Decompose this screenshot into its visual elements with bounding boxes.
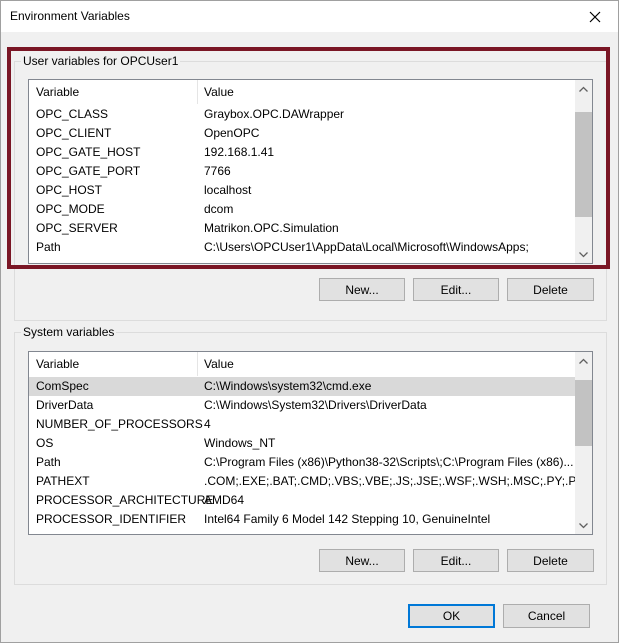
column-header-value[interactable]: Value bbox=[204, 357, 234, 371]
system-delete-button[interactable]: Delete bbox=[507, 549, 594, 572]
environment-variables-dialog: Environment Variables User variables for… bbox=[0, 0, 619, 643]
list-header: Variable Value bbox=[29, 352, 592, 376]
variable-value: AMD64 bbox=[204, 493, 245, 507]
window-title: Environment Variables bbox=[10, 9, 130, 23]
chevron-down-icon bbox=[579, 522, 588, 528]
vertical-scrollbar[interactable] bbox=[575, 352, 592, 534]
variable-value: C:\Windows\System32\Drivers\DriverData bbox=[204, 398, 427, 412]
close-icon bbox=[589, 11, 601, 22]
scroll-down-button[interactable] bbox=[575, 517, 592, 534]
close-button[interactable] bbox=[572, 1, 618, 32]
table-row[interactable]: PATHEXT .COM;.EXE;.BAT;.CMD;.VBS;.VBE;.JS… bbox=[29, 472, 592, 491]
variable-name: PROCESSOR_ARCHITECTURE bbox=[36, 493, 214, 507]
table-row[interactable]: PROCESSOR_IDENTIFIER Intel64 Family 6 Mod… bbox=[29, 510, 576, 529]
variable-name: Path bbox=[36, 455, 61, 469]
scroll-thumb[interactable] bbox=[575, 380, 592, 446]
system-variables-label: System variables bbox=[21, 325, 117, 339]
system-variables-list[interactable]: Variable Value ComSpec C:\Windows\system3… bbox=[28, 351, 593, 535]
user-delete-button[interactable]: Delete bbox=[507, 278, 594, 301]
variable-value: C:\Windows\system32\cmd.exe bbox=[204, 379, 372, 393]
variable-value: Windows_NT bbox=[204, 436, 276, 450]
variable-value: 4 bbox=[204, 417, 211, 431]
table-row[interactable]: NUMBER_OF_PROCESSORS 4 bbox=[29, 415, 576, 434]
variable-name: NUMBER_OF_PROCESSORS bbox=[36, 417, 203, 431]
highlight-box bbox=[7, 47, 610, 269]
variable-name: DriverData bbox=[36, 398, 94, 412]
user-new-button[interactable]: New... bbox=[319, 278, 405, 301]
variable-value: .COM;.EXE;.BAT;.CMD;.VBS;.VBE;.JS;.JSE;.… bbox=[204, 474, 593, 488]
chevron-up-icon bbox=[579, 358, 588, 364]
cancel-button[interactable]: Cancel bbox=[503, 604, 590, 628]
table-row[interactable]: OS Windows_NT bbox=[29, 434, 576, 453]
variable-name: PROCESSOR_IDENTIFIER bbox=[36, 512, 187, 526]
column-header-variable[interactable]: Variable bbox=[36, 357, 79, 371]
table-row[interactable]: ComSpec C:\Windows\system32\cmd.exe bbox=[29, 377, 576, 396]
system-edit-button[interactable]: Edit... bbox=[413, 549, 499, 572]
variable-name: OS bbox=[36, 436, 54, 450]
table-row[interactable]: DriverData C:\Windows\System32\Drivers\Dr… bbox=[29, 396, 576, 415]
variable-value: C:\Program Files (x86)\Python38-32\Scrip… bbox=[204, 455, 574, 469]
variable-name: PATHEXT bbox=[36, 474, 90, 488]
table-row[interactable]: PROCESSOR_ARCHITECTURE AMD64 bbox=[29, 491, 576, 510]
system-new-button[interactable]: New... bbox=[319, 549, 405, 572]
scroll-up-button[interactable] bbox=[575, 352, 592, 369]
user-edit-button[interactable]: Edit... bbox=[413, 278, 499, 301]
title-bar: Environment Variables bbox=[1, 1, 618, 32]
ok-button[interactable]: OK bbox=[408, 604, 495, 628]
table-row[interactable]: Path C:\Program Files (x86)\Python38-32\S… bbox=[29, 453, 576, 472]
variable-value: Intel64 Family 6 Model 142 Stepping 10, … bbox=[204, 512, 491, 526]
variable-name: ComSpec bbox=[36, 379, 89, 393]
